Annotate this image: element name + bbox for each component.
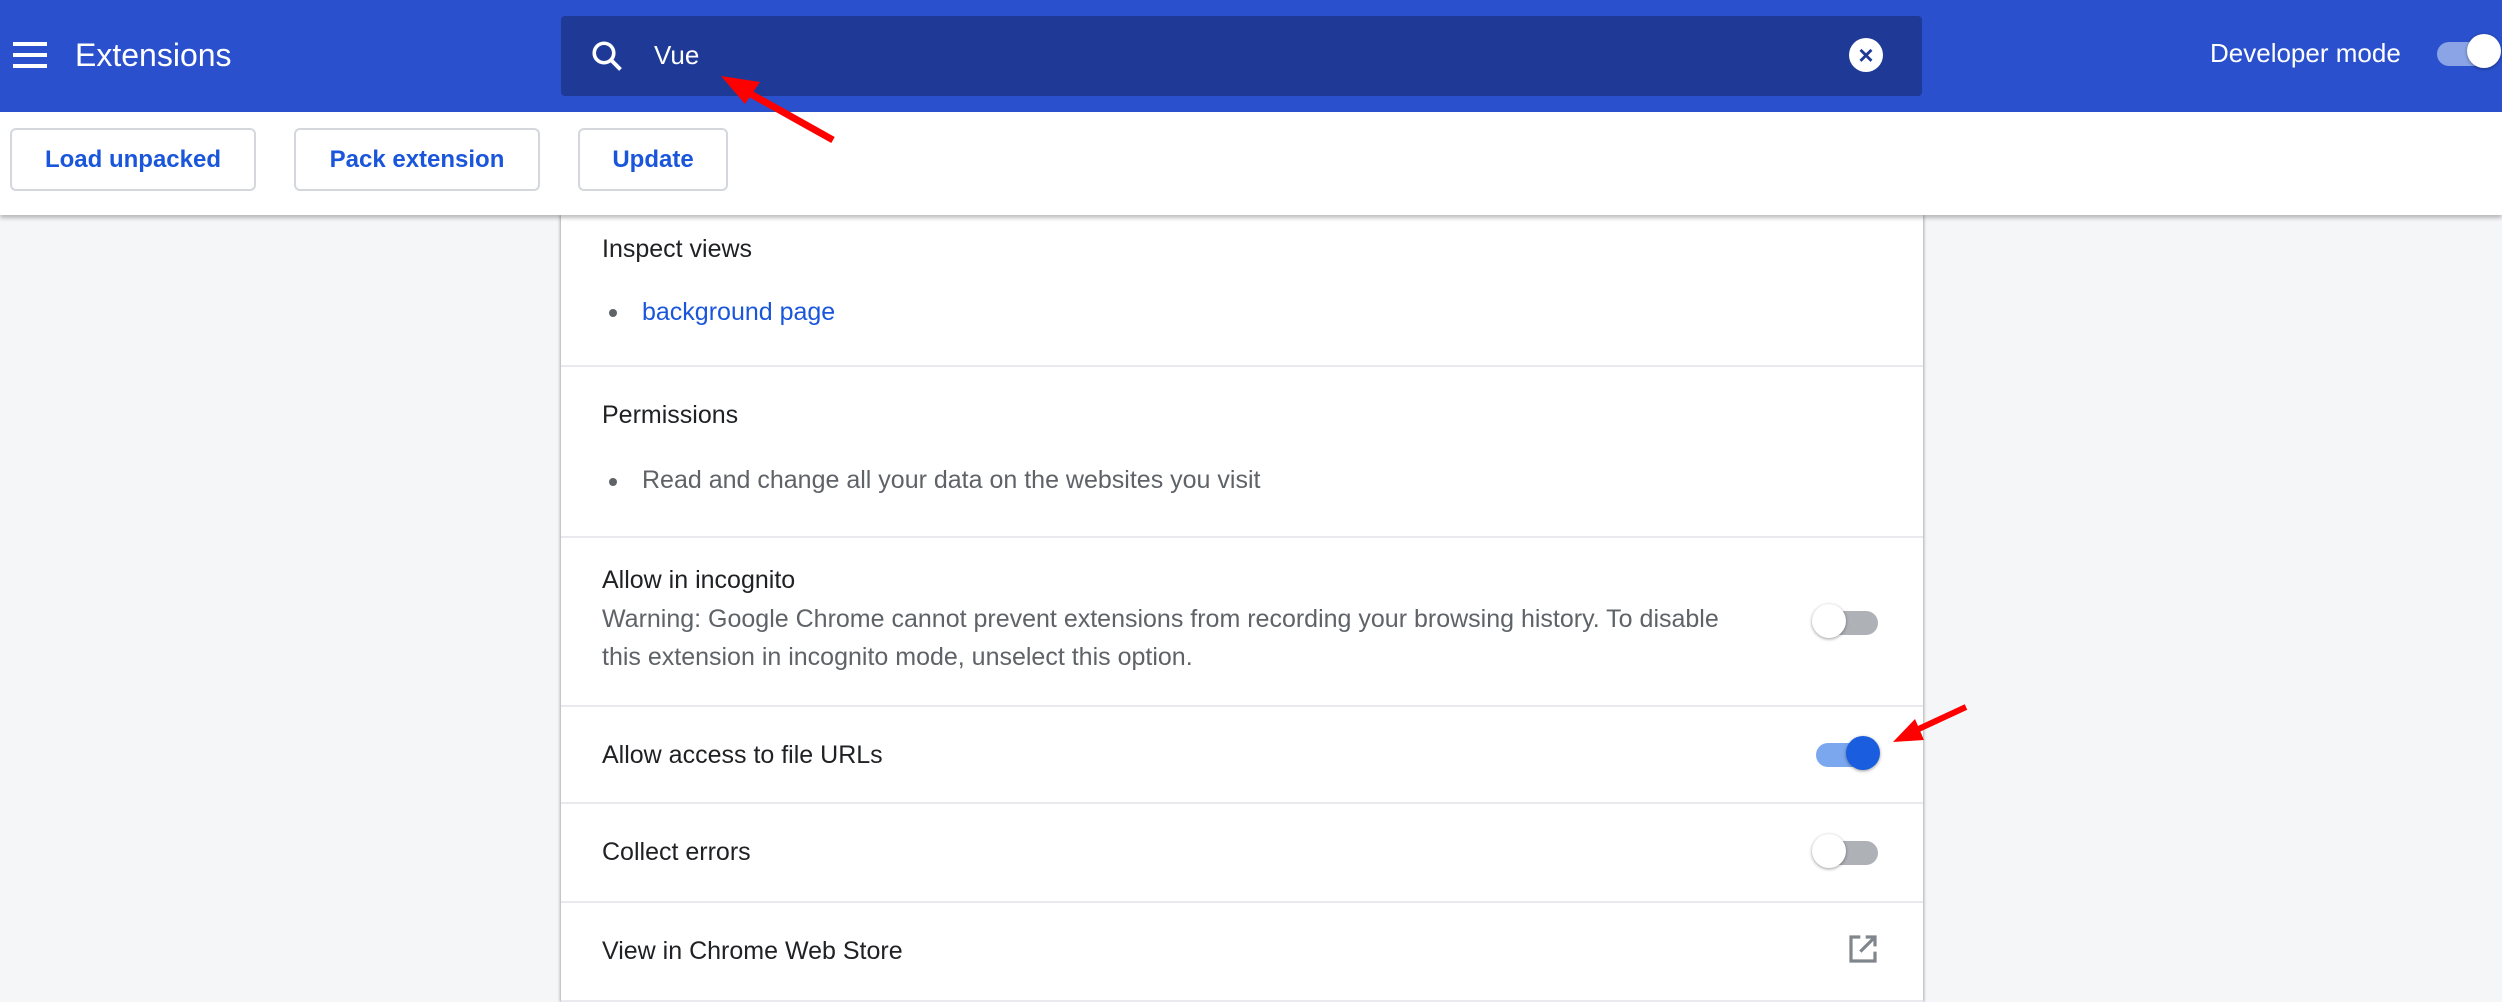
annotation-arrows <box>721 76 1968 742</box>
annotation-arrow-search <box>721 76 835 144</box>
annotation-arrow-file-urls <box>1893 704 1968 742</box>
